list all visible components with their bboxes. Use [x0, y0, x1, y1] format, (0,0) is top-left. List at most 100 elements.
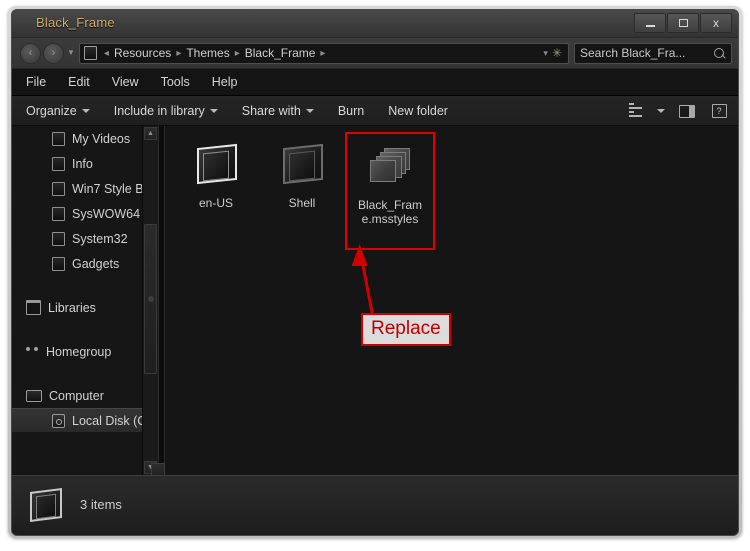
close-button[interactable]: x	[700, 13, 732, 33]
menu-item-help[interactable]: Help	[212, 75, 238, 89]
file-item-black-frame-msstyles[interactable]: Black_Frame.msstyles	[345, 132, 435, 250]
breadcrumb-separator: ▸	[234, 47, 240, 59]
sidebar-item-label: Homegroup	[46, 344, 112, 359]
address-bar[interactable]: ◂ Resources ▸ Themes ▸ Black_Frame ▸ ▾ ✳	[78, 42, 569, 64]
folder-icon	[52, 231, 65, 246]
file-icon-wrapper	[279, 138, 325, 190]
folder-icon	[52, 206, 65, 221]
file-item-label: Shell	[288, 196, 316, 210]
computer-icon	[26, 389, 42, 402]
folder-icon	[52, 256, 65, 271]
help-icon: ?	[711, 104, 727, 118]
search-input[interactable]: Search Black_Fra...	[574, 42, 732, 64]
breadcrumb-item-themes[interactable]: Themes	[184, 46, 231, 60]
maximize-icon	[678, 19, 688, 27]
include-in-library-label: Include in library	[113, 103, 205, 118]
breadcrumb-separator: ▸	[176, 47, 182, 59]
file-item-label: en-US	[198, 196, 233, 210]
scrollbar-thumb[interactable]	[144, 224, 157, 374]
scrollbar-corner	[151, 463, 165, 476]
sidebar-item-label: My Videos	[72, 131, 131, 146]
view-options-dropdown[interactable]	[654, 100, 668, 122]
minimize-button[interactable]	[634, 13, 666, 33]
sidebar-item-gadgets[interactable]: Gadgets	[12, 251, 158, 276]
help-button[interactable]: ?	[706, 100, 732, 122]
address-dropdown-icon[interactable]: ▾	[539, 48, 552, 59]
window-body: My Videos Info Win7 Style Bu SysWOW64 Sy…	[12, 126, 738, 475]
breadcrumb-item-resources[interactable]: Resources	[112, 46, 173, 60]
chevron-down-icon	[305, 108, 314, 113]
libraries-icon	[26, 300, 41, 315]
breadcrumb-item-black-frame[interactable]: Black_Frame	[243, 46, 318, 60]
title-bar: Black_Frame x	[12, 10, 738, 38]
annotation-label: Replace	[361, 313, 451, 346]
command-toolbar: Organize Include in library Share with B…	[12, 96, 738, 126]
explorer-window: Black_Frame x ‹ › ▼ ◂ Resources ▸ Themes…	[11, 9, 739, 536]
sidebar-item-computer[interactable]: Computer	[12, 383, 158, 408]
sidebar-item-info[interactable]: Info	[12, 151, 158, 176]
sidebar-scrollbar[interactable]: ▲ ▼	[142, 126, 158, 475]
file-grid: en-US Shell Black_Frame.msstyles	[173, 132, 435, 250]
toolbar-right-group: ?	[622, 96, 732, 126]
scroll-up-arrow-icon[interactable]: ▲	[144, 127, 157, 140]
history-dropdown-icon[interactable]: ▼	[67, 49, 75, 57]
file-item-en-us[interactable]: en-US	[173, 132, 259, 210]
new-folder-button[interactable]: New folder	[388, 104, 448, 118]
navigation-bar: ‹ › ▼ ◂ Resources ▸ Themes ▸ Black_Frame…	[12, 38, 738, 69]
sidebar-item-label: Info	[72, 156, 93, 171]
burn-button[interactable]: Burn	[338, 104, 364, 118]
sidebar-item-label: SysWOW64	[72, 206, 141, 221]
menu-item-edit[interactable]: Edit	[68, 75, 90, 89]
chevron-down-icon	[657, 109, 665, 113]
include-in-library-button[interactable]: Include in library	[114, 104, 218, 118]
preview-pane-button[interactable]	[674, 100, 700, 122]
minimize-icon	[645, 25, 655, 27]
file-icon-wrapper	[368, 140, 412, 192]
menu-bar: File Edit View Tools Help	[12, 69, 738, 96]
pane-splitter[interactable]	[158, 126, 165, 475]
sidebar-item-system32[interactable]: System32	[12, 226, 158, 251]
sidebar-item-libraries[interactable]: Libraries	[12, 295, 158, 320]
burn-label: Burn	[337, 103, 365, 118]
forward-button[interactable]: ›	[43, 42, 64, 64]
organize-label: Organize	[26, 103, 77, 118]
msstyles-file-icon-layer	[370, 160, 396, 182]
sidebar-item-label: Win7 Style Bu	[72, 181, 151, 196]
sidebar-item-label: Gadgets	[72, 256, 120, 271]
folder-icon-front	[289, 150, 315, 182]
file-icon-wrapper	[193, 138, 239, 190]
menu-item-tools[interactable]: Tools	[161, 75, 190, 89]
file-item-shell[interactable]: Shell	[259, 132, 345, 210]
sidebar-item-homegroup[interactable]: Homegroup	[12, 339, 158, 364]
status-bar: 3 items	[12, 463, 738, 533]
sidebar-item-local-disk-c[interactable]: Local Disk (C:	[12, 408, 158, 433]
share-with-button[interactable]: Share with	[242, 104, 314, 118]
back-button[interactable]: ‹	[20, 42, 41, 64]
sidebar-item-win7-style-builder[interactable]: Win7 Style Bu	[12, 176, 158, 201]
file-item-label: Black_Frame.msstyles	[357, 198, 422, 226]
view-options-button[interactable]	[622, 100, 648, 122]
disk-icon	[52, 413, 65, 428]
sidebar-item-label: Libraries	[48, 300, 96, 315]
folder-icon	[279, 143, 325, 185]
item-count-label: 3 items	[80, 497, 122, 512]
preview-pane-icon	[679, 104, 695, 118]
organize-button[interactable]: Organize	[26, 104, 90, 118]
breadcrumb-separator: ▸	[320, 47, 326, 59]
address-folder-icon	[83, 46, 97, 60]
navigation-pane: My Videos Info Win7 Style Bu SysWOW64 Sy…	[12, 126, 158, 475]
folder-icon-front	[203, 150, 229, 182]
chevron-down-icon	[209, 108, 218, 113]
homegroup-icon	[26, 346, 39, 357]
refresh-icon[interactable]: ✳	[552, 46, 564, 60]
menu-item-file[interactable]: File	[26, 75, 46, 89]
menu-item-view[interactable]: View	[112, 75, 139, 89]
folder-icon	[52, 181, 65, 196]
file-list-pane[interactable]: en-US Shell Black_Frame.msstyles Replace	[165, 126, 738, 475]
sidebar-item-syswow64[interactable]: SysWOW64	[12, 201, 158, 226]
maximize-button[interactable]	[667, 13, 699, 33]
sidebar-item-my-videos[interactable]: My Videos	[12, 126, 158, 151]
